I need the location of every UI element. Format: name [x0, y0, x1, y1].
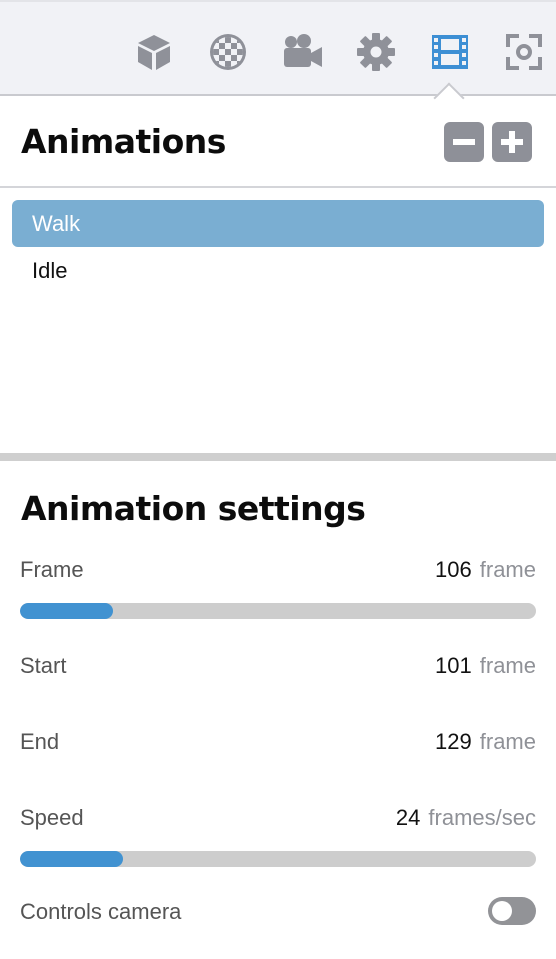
animations-header: Animations	[0, 96, 556, 188]
toggle-knob	[492, 901, 512, 921]
plus-icon	[501, 131, 523, 153]
speed-slider[interactable]	[20, 851, 536, 867]
cube-icon[interactable]	[134, 32, 174, 72]
frame-unit: frame	[479, 557, 536, 582]
animation-settings-panel: Animation settings Frame 106 frame Start …	[0, 461, 556, 959]
start-label: Start	[20, 653, 67, 678]
settings-icon[interactable]	[356, 32, 396, 72]
controls-camera-toggle[interactable]	[488, 897, 536, 925]
speed-slider-fill	[20, 851, 124, 867]
film-icon[interactable]	[430, 32, 470, 72]
frame-slider[interactable]	[20, 603, 536, 619]
end-label: End	[20, 729, 60, 754]
controls-camera-label: Controls camera	[20, 899, 182, 924]
start-number: 101	[435, 653, 472, 678]
settings-title: Animation settings	[21, 489, 366, 528]
focus-icon[interactable]	[504, 32, 544, 72]
panel-divider[interactable]	[0, 453, 556, 461]
speed-unit: frames/sec	[428, 805, 536, 830]
animation-list: Walk Idle	[0, 188, 556, 453]
animation-item-walk[interactable]: Walk	[12, 200, 544, 247]
start-value[interactable]: 101 frame	[435, 653, 536, 679]
start-unit: frame	[479, 653, 536, 678]
camera-icon[interactable]	[282, 32, 322, 72]
top-toolbar	[0, 0, 556, 114]
animation-item-idle[interactable]: Idle	[12, 247, 544, 294]
frame-value: 106 frame	[435, 557, 536, 583]
texture-icon[interactable]	[208, 32, 248, 72]
speed-value: 24 frames/sec	[396, 805, 536, 831]
add-animation-button[interactable]	[492, 122, 532, 162]
speed-number: 24	[395, 805, 421, 830]
end-number: 129	[435, 729, 472, 754]
speed-label: Speed	[20, 805, 84, 830]
frame-slider-fill	[20, 603, 113, 619]
minus-icon	[453, 139, 475, 145]
frame-number: 106	[435, 557, 472, 582]
animations-title: Animations	[21, 122, 226, 161]
end-value[interactable]: 129 frame	[435, 729, 536, 755]
remove-animation-button[interactable]	[444, 122, 484, 162]
frame-label: Frame	[20, 557, 84, 582]
end-unit: frame	[479, 729, 536, 754]
